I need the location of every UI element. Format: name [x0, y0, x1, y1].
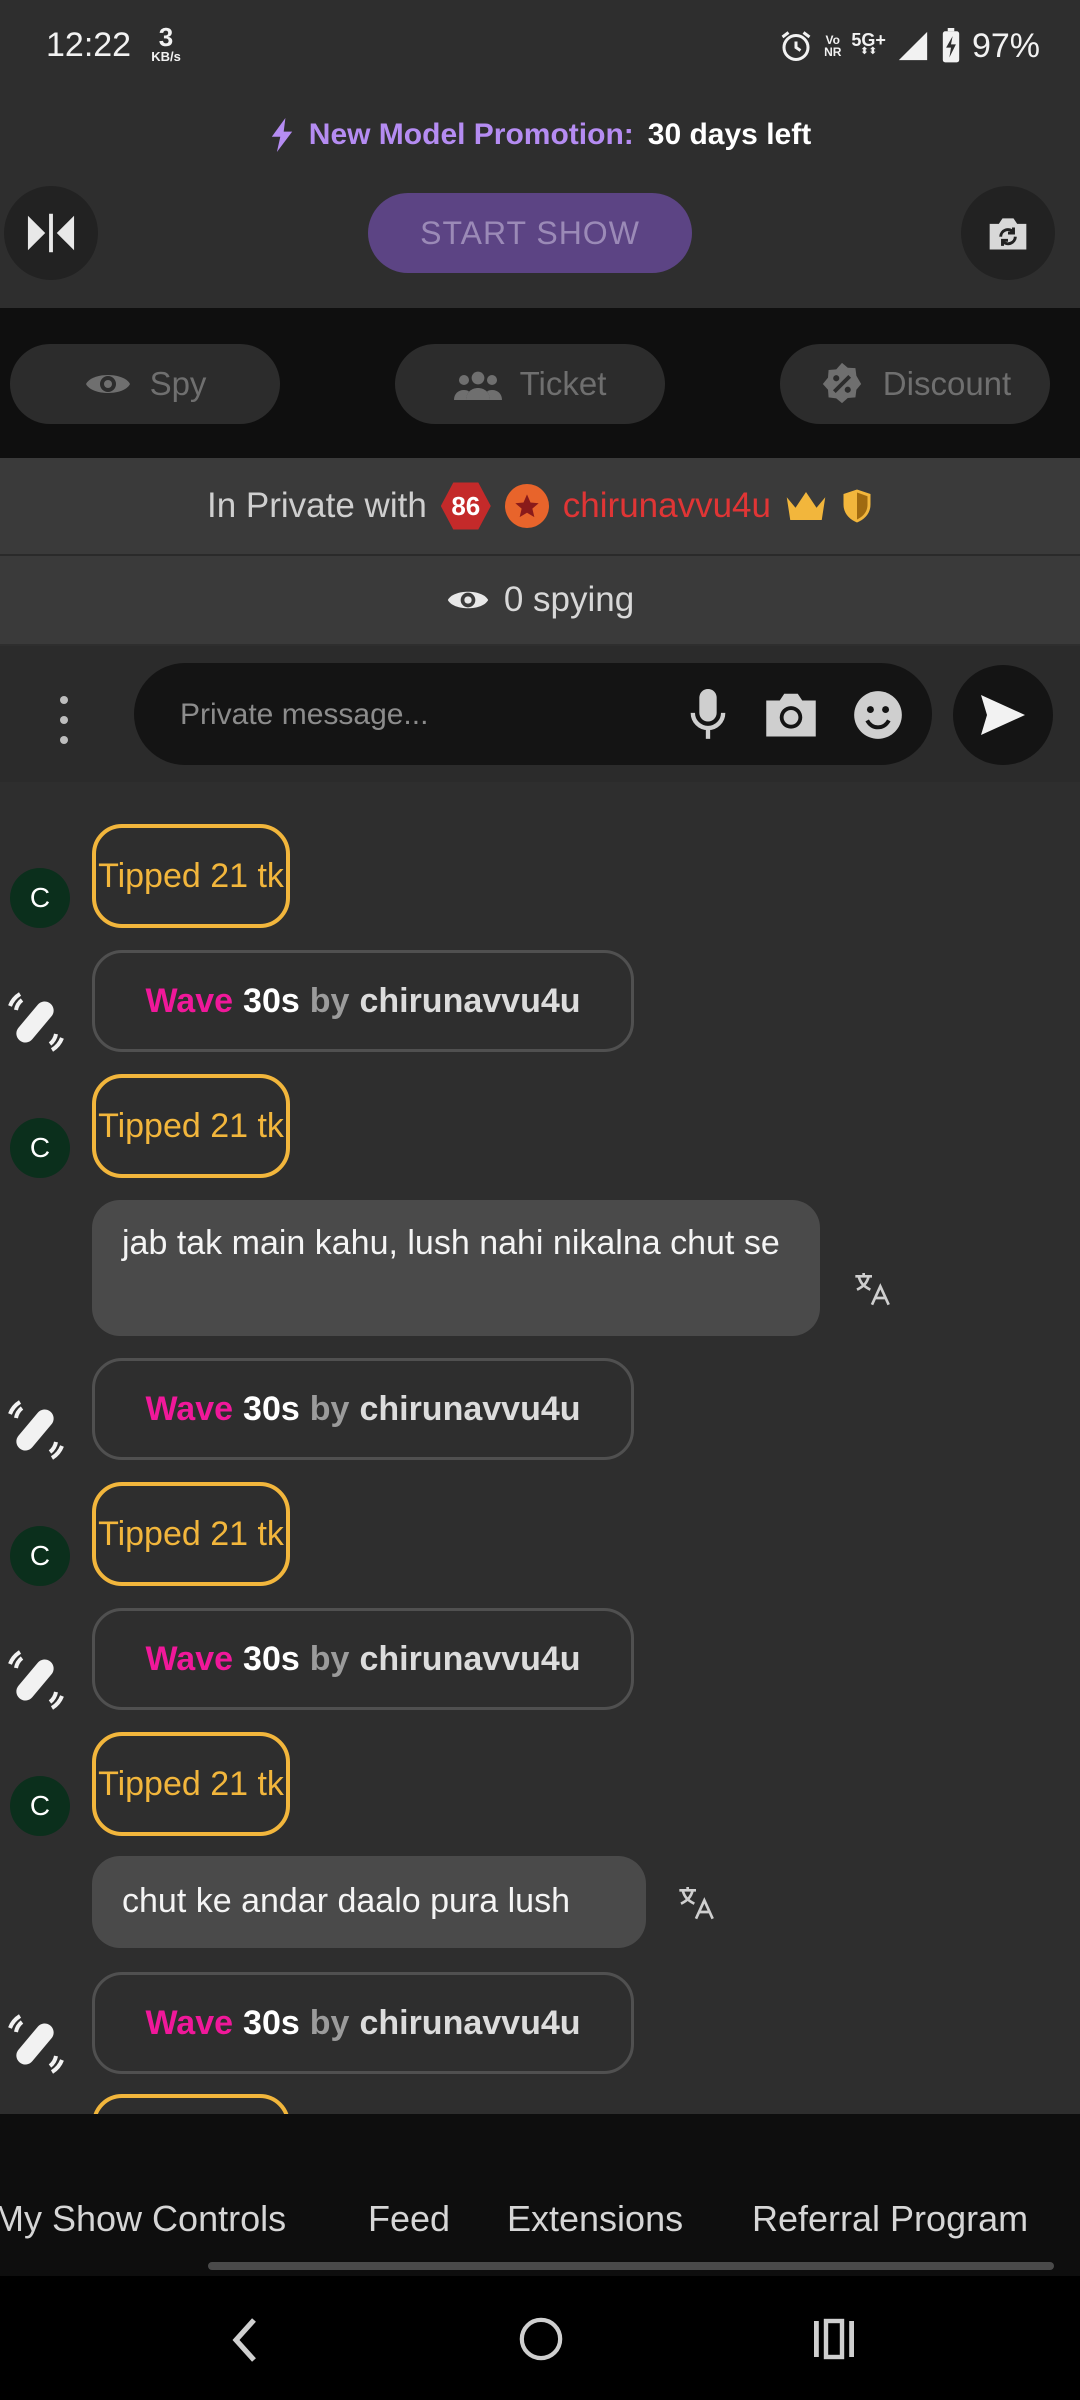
toggle-layout-button[interactable]	[4, 186, 98, 280]
discount-button[interactable]: Discount	[780, 344, 1050, 424]
tip-message: Tipped 21 tk	[92, 1074, 290, 1178]
switch-camera-button[interactable]	[961, 186, 1055, 280]
vibration-wand-icon	[8, 1650, 64, 1710]
tip-message: Tipped 21 tk	[92, 1482, 290, 1586]
volte-indicator: Vo NR	[824, 33, 842, 59]
avatar[interactable]: C	[10, 868, 70, 928]
spy-button[interactable]: Spy	[10, 344, 280, 424]
microphone-icon[interactable]	[690, 689, 726, 741]
net-speed-unit: KB/s	[151, 49, 181, 64]
vibration-wand-icon	[8, 992, 64, 1052]
tip-message-partial	[92, 2094, 290, 2114]
spy-label: Spy	[149, 365, 207, 402]
promotion-label: New Model Promotion:	[308, 118, 634, 151]
avatar[interactable]: C	[10, 1118, 70, 1178]
eye-icon	[447, 591, 488, 609]
status-icons: Vo NR 5G+ ⬍⬍ 97%	[778, 24, 1040, 68]
wave-message: Wave 30s by chirunavvu4u	[92, 950, 634, 1052]
private-prefix: In Private with	[206, 486, 427, 525]
spy-count-text: 0 spying	[503, 580, 635, 619]
dot	[60, 736, 68, 744]
tab-scroll-indicator[interactable]	[208, 2262, 1054, 2270]
avatar[interactable]: C	[10, 1776, 70, 1836]
translate-icon[interactable]	[852, 1268, 892, 1308]
net-speed-value: 3	[158, 22, 174, 52]
send-icon	[981, 695, 1025, 735]
start-show-button[interactable]: START SHOW	[368, 193, 692, 273]
home-icon[interactable]	[518, 2316, 564, 2362]
eye-icon	[85, 375, 130, 393]
emoji-icon[interactable]	[852, 689, 904, 741]
chat-message: jab tak main kahu, lush nahi nikalna chu…	[92, 1200, 820, 1336]
chat-feed[interactable]: C Tipped 21 tk Wave 30s by chirunavvu4u C T…	[0, 782, 1080, 2114]
percent-badge-icon	[822, 362, 861, 404]
avatar[interactable]: C	[10, 1526, 70, 1586]
system-nav-bar	[0, 2276, 1080, 2400]
group-icon	[453, 371, 502, 400]
recents-icon[interactable]	[812, 2318, 856, 2360]
wave-message: Wave 30s by chirunavvu4u	[92, 1608, 634, 1710]
tab-my-show-controls[interactable]: My Show Controls	[0, 2198, 286, 2240]
tip-message: Tipped 21 tk	[92, 1732, 290, 1836]
dot	[60, 696, 68, 704]
more-options-button[interactable]	[44, 690, 84, 750]
message-input-container	[134, 663, 932, 767]
wave-message: Wave 30s by chirunavvu4u	[92, 1972, 634, 2074]
net-speed: 3 KB/s	[144, 24, 188, 63]
translate-icon[interactable]	[676, 1882, 716, 1922]
back-icon[interactable]	[226, 2316, 262, 2364]
split-arrows-icon	[27, 213, 75, 253]
promotion-banner: New Model Promotion: 30 days left	[0, 105, 1080, 165]
private-session-bar: In Private with 86 chirunavvu4u	[0, 458, 1080, 556]
battery-charging-icon	[942, 28, 960, 63]
private-username[interactable]: chirunavvu4u	[563, 486, 771, 526]
vibration-wand-icon	[8, 2014, 64, 2074]
lightning-icon	[271, 118, 292, 152]
signal-icon	[898, 31, 928, 61]
tab-extensions[interactable]: Extensions	[507, 2198, 683, 2240]
bottom-tab-bar: My Show Controls Feed Extensions Referra…	[0, 2114, 1080, 2276]
tab-feed[interactable]: Feed	[368, 2198, 450, 2240]
ticket-button[interactable]: Ticket	[395, 344, 665, 424]
chat-message: chut ke andar daalo pura lush	[92, 1856, 646, 1948]
dot	[60, 716, 68, 724]
promotion-days-left: 30 days left	[647, 118, 812, 151]
shield-icon	[843, 489, 871, 523]
spy-count-bar: 0 spying	[0, 556, 1080, 644]
camera-icon[interactable]	[764, 689, 818, 739]
show-options-row: Spy Ticket Discount	[0, 308, 1080, 458]
ticket-label: Ticket	[519, 365, 607, 402]
vibration-wand-icon	[8, 1400, 64, 1460]
battery-percent: 97%	[971, 26, 1040, 65]
tip-message: Tipped 21 tk	[92, 824, 290, 928]
camera-switch-icon	[989, 218, 1027, 250]
discount-label: Discount	[882, 365, 1012, 402]
private-message-input[interactable]	[178, 663, 652, 767]
status-bar: 12:22 3 KB/s Vo NR 5G+ ⬍⬍ 97%	[0, 0, 1080, 92]
crown-icon	[786, 492, 826, 520]
wave-message: Wave 30s by chirunavvu4u	[92, 1358, 634, 1460]
star-icon	[504, 484, 549, 528]
level-badge: 86	[440, 482, 491, 530]
network-type: 5G+ ⬍⬍	[851, 30, 886, 57]
status-time: 12:22	[46, 26, 132, 64]
tab-referral-program[interactable]: Referral Program	[752, 2198, 1028, 2240]
alarm-icon	[781, 31, 811, 61]
send-button[interactable]	[953, 665, 1053, 765]
